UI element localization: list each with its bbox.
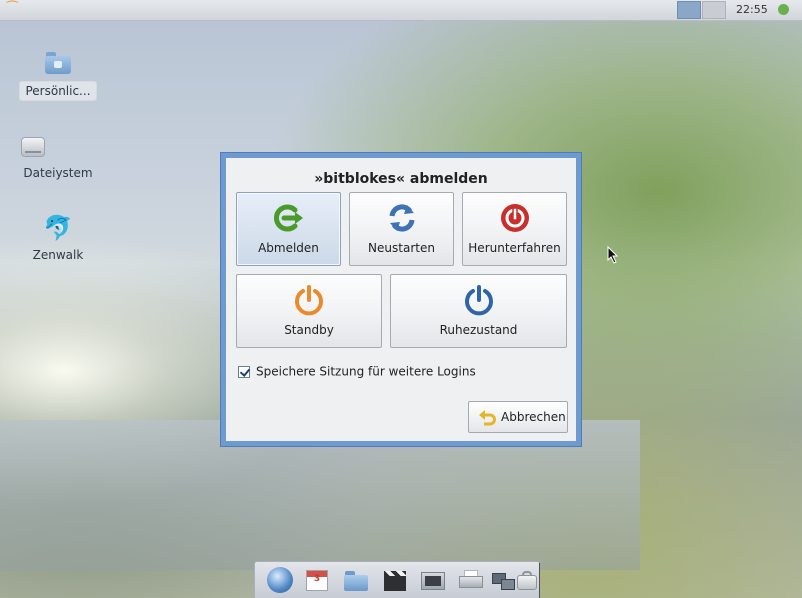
standby-button[interactable]: Standby <box>236 274 382 348</box>
shutdown-icon <box>500 204 529 232</box>
workspace-2-button[interactable] <box>702 1 726 19</box>
shutdown-button[interactable]: Herunterfahren <box>462 192 567 266</box>
standby-power-icon <box>295 285 323 316</box>
printer-icon[interactable] <box>458 567 484 593</box>
desktop-icon-filesystem[interactable]: Dateiystem <box>18 133 98 182</box>
undo-arrow-icon <box>479 410 496 426</box>
cancel-button[interactable]: Abbrechen <box>468 401 568 433</box>
bottom-dock: 3 <box>254 561 540 598</box>
archive-icon[interactable] <box>514 567 540 593</box>
drive-icon <box>21 133 73 159</box>
logout-label: Abmelden <box>258 241 319 255</box>
dialog-title: »bitblokes« abmelden <box>314 171 488 187</box>
desktop-icon-label: Dateiystem <box>23 166 93 180</box>
standby-label: Standby <box>284 323 334 337</box>
restart-button[interactable]: Neustarten <box>349 192 454 266</box>
save-session-label: Speichere Sitzung für weitere Logins <box>256 364 476 379</box>
hibernate-power-icon <box>464 285 493 316</box>
zenwalk-icon: 🐬 <box>43 214 73 242</box>
calendar-icon[interactable]: 3 <box>304 567 330 593</box>
save-session-checkbox[interactable] <box>238 365 250 378</box>
hibernate-button[interactable]: Ruhezustand <box>390 274 567 348</box>
cancel-label: Abbrechen <box>501 410 566 424</box>
zenwalk-logo-icon[interactable]: ⁀ <box>7 2 25 18</box>
desktop-icon-zenwalk[interactable]: 🐬 Zenwalk <box>18 215 98 264</box>
desktop-icon-home[interactable]: Persönlic... <box>18 50 98 101</box>
media-clapper-icon[interactable] <box>382 567 408 593</box>
folder-icon[interactable] <box>343 567 369 593</box>
network-status-icon[interactable] <box>778 4 789 15</box>
home-folder-icon <box>43 50 73 76</box>
web-browser-icon[interactable] <box>267 567 293 593</box>
clock[interactable]: 22:55 <box>736 3 768 16</box>
restart-icon <box>389 204 414 232</box>
workspace-1-button[interactable] <box>677 1 701 19</box>
calendar-day: 3 <box>313 574 321 584</box>
top-panel: ⁀ 22:55 <box>0 0 802 21</box>
dock-separator <box>539 563 540 598</box>
restart-label: Neustarten <box>368 241 435 255</box>
hibernate-label: Ruhezustand <box>439 323 518 337</box>
mouse-pointer-icon <box>607 246 619 264</box>
shutdown-label: Herunterfahren <box>468 241 561 255</box>
save-session-option[interactable]: Speichere Sitzung für weitere Logins <box>238 364 476 380</box>
desktop-icon-label: Zenwalk <box>32 248 84 262</box>
logout-dialog: »bitblokes« abmelden Abmelden Neustarten… <box>221 153 581 446</box>
logout-arrow-icon <box>273 204 303 232</box>
terminal-icon[interactable] <box>420 567 446 593</box>
logout-button[interactable]: Abmelden <box>236 192 341 266</box>
desktop-icon-label: Persönlic... <box>19 81 97 101</box>
